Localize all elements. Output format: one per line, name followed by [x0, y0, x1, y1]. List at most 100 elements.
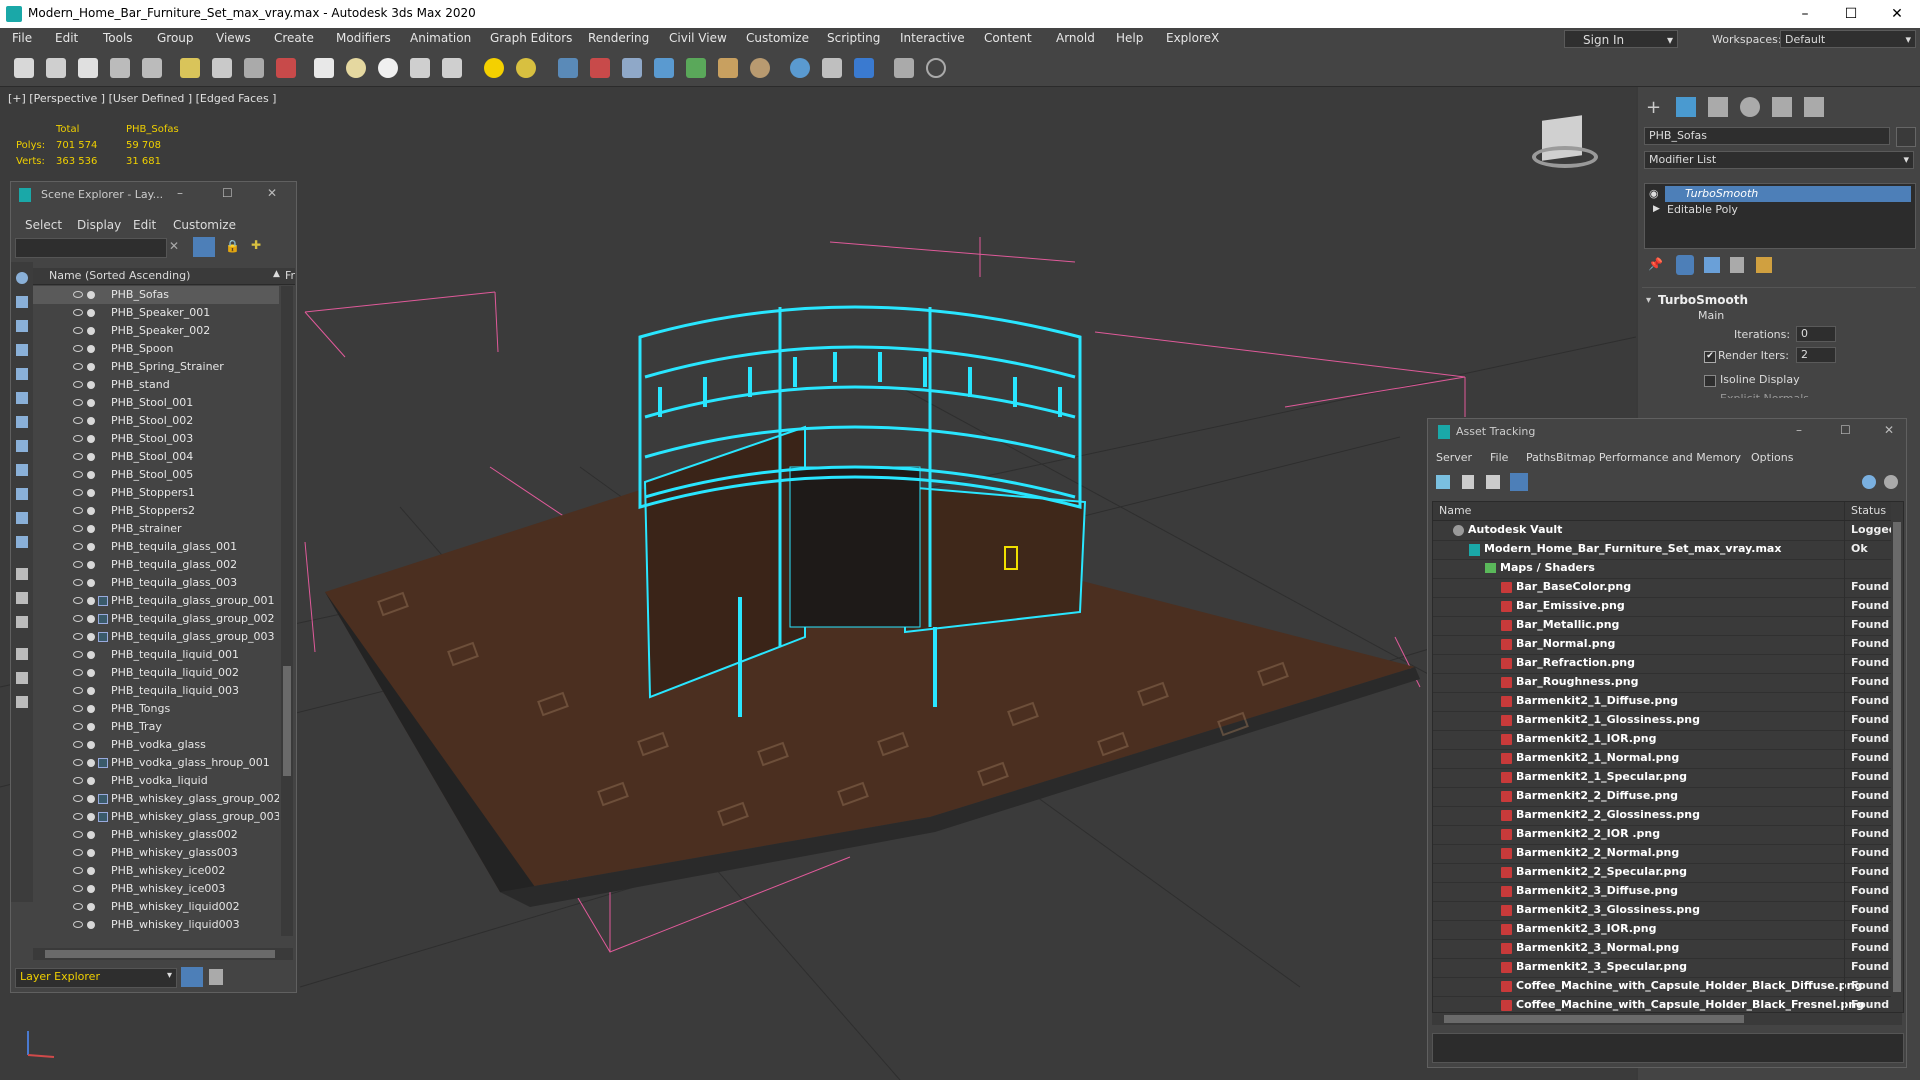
funnel-icon[interactable] [16, 672, 28, 684]
at-menu-file[interactable]: File [1490, 451, 1508, 464]
list-view-icon[interactable] [1462, 475, 1474, 489]
menu-modifiers[interactable]: Modifiers [336, 31, 391, 45]
freeze-dot-icon[interactable] [87, 327, 95, 335]
tools-icon[interactable] [16, 696, 28, 708]
at-menu-bitmap-performance[interactable]: Bitmap Performance and Memory [1556, 451, 1741, 464]
thumbnail-view-icon[interactable] [1486, 475, 1500, 489]
utilities-tab-icon[interactable] [1804, 97, 1824, 117]
table-row[interactable]: Barmenkit2_2_Specular.png Found [1433, 863, 1891, 883]
display-tab-icon[interactable] [1772, 97, 1792, 117]
menu-civil-view[interactable]: Civil View [669, 31, 727, 45]
shapes-filter-icon[interactable] [16, 296, 28, 308]
create-tab-icon[interactable]: + [1646, 97, 1666, 118]
sort-by-layer-icon[interactable] [181, 967, 203, 987]
remove-modifier-icon[interactable] [1730, 257, 1744, 273]
render-setup-icon[interactable] [110, 58, 130, 78]
visibility-eye-icon[interactable] [73, 903, 83, 910]
particle-icon[interactable] [558, 58, 578, 78]
freeze-dot-icon[interactable] [87, 471, 95, 479]
at-vertical-scrollbar[interactable] [1891, 502, 1903, 1012]
se-vertical-scrollbar[interactable] [281, 286, 293, 936]
refresh-icon[interactable] [1436, 475, 1450, 489]
clear-search-icon[interactable]: ✕ [169, 239, 179, 253]
minimize-button[interactable]: – [1796, 423, 1802, 437]
freeze-dot-icon[interactable] [87, 741, 95, 749]
search-input[interactable] [15, 238, 167, 258]
maximize-button[interactable]: ☐ [1828, 0, 1874, 28]
freeze-dot-icon[interactable] [87, 597, 95, 605]
table-row[interactable]: PHB_whiskey_glass_group_002 [33, 790, 279, 808]
select-none-icon[interactable] [16, 592, 28, 604]
hidden-filter-icon[interactable] [16, 536, 28, 548]
freeze-dot-icon[interactable] [87, 363, 95, 371]
table-row[interactable]: PHB_Sofas [33, 286, 279, 304]
table-row[interactable]: PHB_tequila_glass_group_003 [33, 628, 279, 646]
new-scene-icon[interactable] [14, 58, 34, 78]
menu-graph-editors[interactable]: Graph Editors [490, 31, 572, 45]
stack-item-turbosmooth[interactable]: TurboSmooth [1665, 186, 1911, 202]
table-row[interactable]: PHB_strainer [33, 520, 279, 538]
render-icon[interactable] [822, 58, 842, 78]
sync-selection-icon[interactable] [16, 648, 28, 660]
material-icon[interactable] [590, 58, 610, 78]
freeze-dot-icon[interactable] [87, 795, 95, 803]
plant-icon[interactable] [686, 58, 706, 78]
visibility-eye-icon[interactable] [73, 489, 83, 496]
table-row[interactable]: PHB_Spring_Strainer [33, 358, 279, 376]
menu-create[interactable]: Create [274, 31, 314, 45]
table-row[interactable]: Bar_Metallic.png Found [1433, 616, 1891, 636]
cameras-filter-icon[interactable] [16, 344, 28, 356]
menu-scripting[interactable]: Scripting [827, 31, 880, 45]
visibility-eye-icon[interactable] [73, 777, 83, 784]
menu-rendering[interactable]: Rendering [588, 31, 649, 45]
table-row[interactable]: PHB_tequila_glass_002 [33, 556, 279, 574]
table-row[interactable]: PHB_Speaker_002 [33, 322, 279, 340]
menu-arnold[interactable]: Arnold [1056, 31, 1095, 45]
scrollbar-thumb[interactable] [45, 950, 275, 958]
at-menu-server[interactable]: Server [1436, 451, 1472, 464]
menu-tools[interactable]: Tools [103, 31, 133, 45]
at-menu-paths[interactable]: Paths [1526, 451, 1556, 464]
visibility-eye-icon[interactable] [73, 633, 83, 640]
invert-selection-icon[interactable] [16, 616, 28, 628]
modify-tab-icon[interactable] [1676, 97, 1696, 117]
menu-customize[interactable]: Customize [746, 31, 809, 45]
table-row[interactable]: Maps / Shaders [1433, 559, 1891, 579]
sphere-icon[interactable] [346, 58, 366, 78]
render-frame-icon[interactable] [142, 58, 162, 78]
table-row[interactable]: PHB_Stoppers1 [33, 484, 279, 502]
visibility-eye-icon[interactable] [73, 849, 83, 856]
table-row[interactable]: PHB_tequila_glass_group_002 [33, 610, 279, 628]
save-file-icon[interactable] [78, 58, 98, 78]
table-row[interactable]: Bar_Emissive.png Found [1433, 597, 1891, 617]
rollout-title[interactable]: TurboSmooth [1658, 293, 1748, 307]
omni-light-icon[interactable] [516, 58, 536, 78]
freeze-dot-icon[interactable] [87, 381, 95, 389]
visibility-eye-icon[interactable] [73, 525, 83, 532]
cone-icon[interactable] [442, 58, 462, 78]
table-row[interactable]: PHB_whiskey_liquid003 [33, 916, 279, 934]
table-row[interactable]: PHB_Wine_Breacet [33, 934, 279, 936]
table-row[interactable]: PHB_whiskey_ice003 [33, 880, 279, 898]
asset-tracking-titlebar[interactable]: Asset Tracking – ☐ ✕ [1428, 419, 1906, 445]
visibility-eye-icon[interactable] [73, 813, 83, 820]
bind-space-warp-icon[interactable] [244, 58, 264, 78]
maximize-button[interactable]: ☐ [1840, 423, 1851, 437]
table-row[interactable]: PHB_Stool_002 [33, 412, 279, 430]
table-row[interactable]: PHB_Speaker_001 [33, 304, 279, 322]
active-shade-icon[interactable] [854, 58, 874, 78]
column-name[interactable]: Name [1439, 504, 1471, 517]
table-row[interactable]: PHB_stand [33, 376, 279, 394]
table-row[interactable]: PHB_tequila_glass_003 [33, 574, 279, 592]
visibility-eye-icon[interactable] [73, 291, 83, 298]
lights-filter-icon[interactable] [16, 320, 28, 332]
scene-explorer-titlebar[interactable]: Scene Explorer - Lay... – ☐ ✕ [11, 182, 296, 208]
table-row[interactable]: PHB_tequila_glass_001 [33, 538, 279, 556]
table-row[interactable]: PHB_Stool_004 [33, 448, 279, 466]
se-menu-edit[interactable]: Edit [133, 218, 156, 232]
table-row[interactable]: Barmenkit2_3_Normal.png Found [1433, 939, 1891, 959]
asset-path-field[interactable] [1432, 1033, 1904, 1063]
table-row[interactable]: Autodesk Vault Logged [1433, 521, 1891, 541]
table-row[interactable]: Barmenkit2_2_Normal.png Found [1433, 844, 1891, 864]
visibility-eye-icon[interactable] [73, 759, 83, 766]
